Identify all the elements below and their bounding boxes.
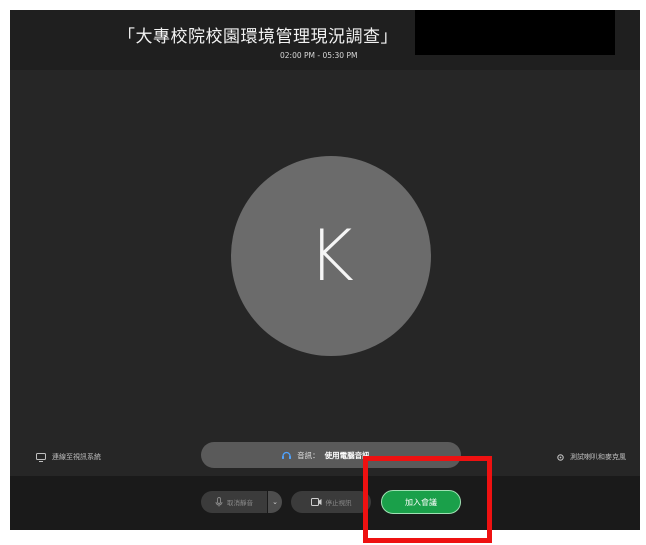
meeting-preview-window: 「大專校院校園環境管理現況調查」 02:00 PM - 05:30 PM K 連… — [10, 10, 640, 530]
connect-video-system-label: 連線至視訊系統 — [52, 453, 101, 461]
audio-icon — [281, 450, 292, 461]
connect-video-system-link[interactable]: 連線至視訊系統 — [36, 452, 101, 462]
redaction-block — [415, 10, 615, 55]
avatar-initial: K — [308, 215, 354, 297]
avatar: K — [231, 156, 431, 356]
stop-video-button[interactable]: 停止視訊 — [291, 491, 371, 513]
audio-label: 音訊： — [297, 450, 320, 460]
unmute-label: 取消靜音 — [227, 499, 253, 507]
meeting-title: 「大專校院校園環境管理現況調查」 — [118, 27, 398, 47]
test-speaker-mic-label: 測試喇叭和麥克風 — [570, 453, 626, 461]
gear-icon — [556, 453, 565, 462]
unmute-button[interactable]: 取消靜音 — [201, 491, 267, 513]
join-button-highlight — [363, 456, 492, 543]
mute-control-group: 取消靜音 ⌄ — [201, 491, 282, 513]
audio-options-dropdown[interactable]: ⌄ — [268, 491, 282, 513]
video-camera-icon — [310, 498, 322, 506]
test-speaker-mic-link[interactable]: 測試喇叭和麥克風 — [556, 452, 626, 462]
chevron-down-icon: ⌄ — [272, 498, 278, 506]
meeting-time: 02:00 PM - 05:30 PM — [280, 51, 358, 60]
cast-icon — [36, 452, 46, 462]
microphone-icon — [215, 497, 223, 507]
stop-video-label: 停止視訊 — [325, 499, 352, 507]
